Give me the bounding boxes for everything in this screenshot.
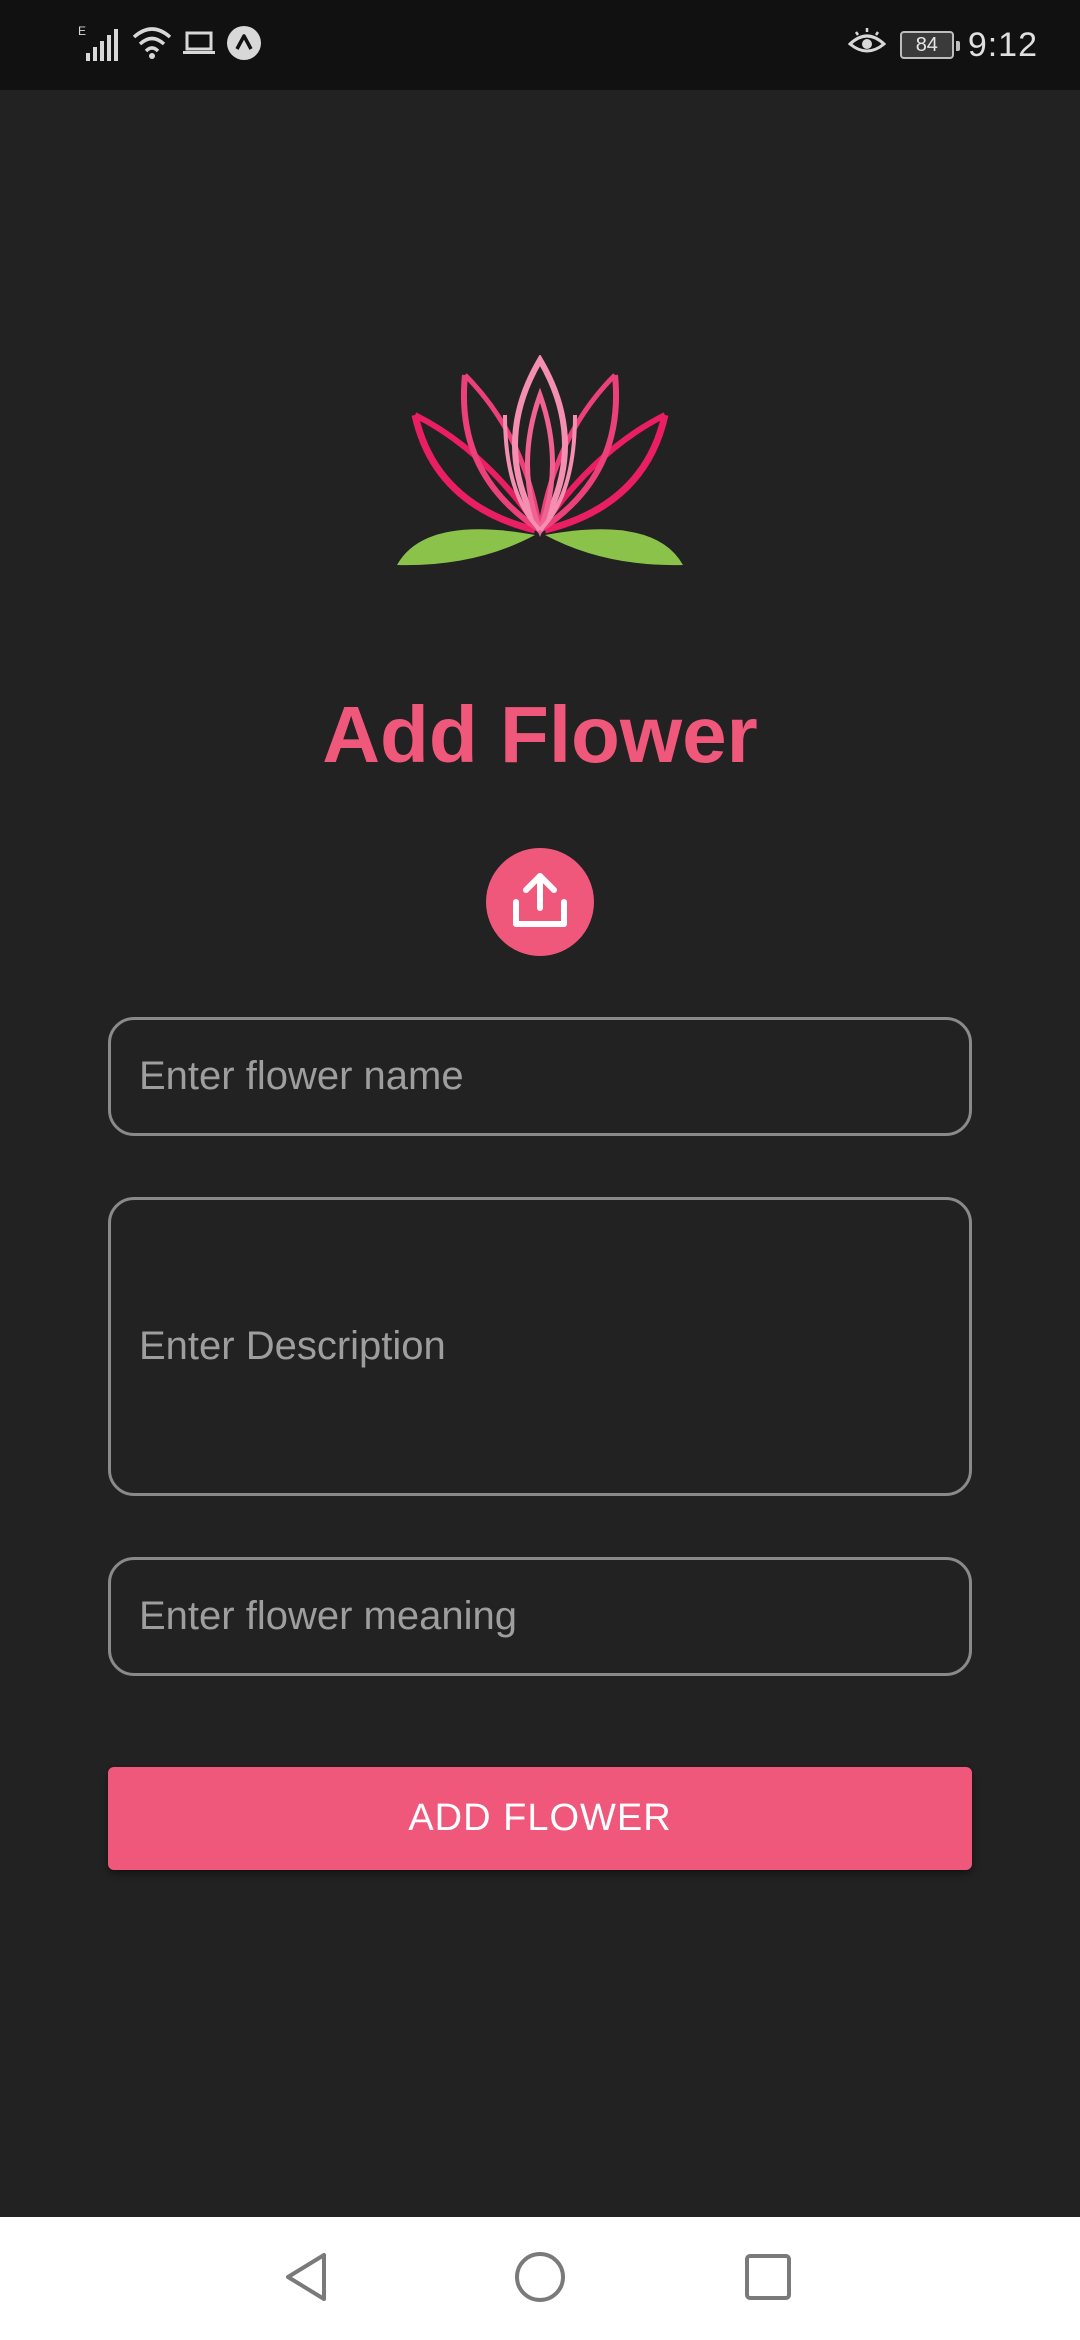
app-notification-icon (226, 25, 262, 66)
svg-text:E: E (78, 24, 86, 38)
back-button[interactable] (268, 2239, 348, 2319)
laptop-icon (182, 28, 216, 63)
description-placeholder: Enter Description (139, 1324, 446, 1368)
description-input[interactable]: Enter Description (108, 1197, 972, 1496)
flower-meaning-input[interactable]: Enter flower meaning (108, 1557, 972, 1676)
flower-meaning-placeholder: Enter flower meaning (139, 1594, 517, 1638)
home-button[interactable] (500, 2239, 580, 2319)
page-title: Add Flower (322, 690, 758, 779)
system-nav-bar (0, 2217, 1080, 2340)
flower-name-input[interactable]: Enter flower name (108, 1017, 972, 1136)
status-bar: E 84 9:12 (0, 0, 1080, 90)
back-icon (278, 2247, 338, 2312)
signal-icon: E (78, 23, 122, 68)
status-right-icons: 84 9:12 (847, 24, 1038, 66)
lotus-logo-icon (395, 354, 685, 580)
upload-image-button[interactable] (486, 848, 594, 956)
status-time: 9:12 (967, 25, 1038, 64)
recents-button[interactable] (728, 2239, 808, 2319)
upload-icon (508, 868, 572, 937)
recents-icon (738, 2247, 798, 2312)
add-flower-screen: E 84 9:12 Add Flower Enter flower name E… (0, 0, 1080, 2340)
battery-level: 84 (915, 33, 938, 56)
home-icon (510, 2247, 570, 2312)
status-left-icons: E (78, 24, 262, 66)
flower-name-placeholder: Enter flower name (139, 1054, 464, 1098)
battery-icon: 84 (899, 31, 960, 59)
wifi-icon (132, 25, 172, 66)
eye-comfort-icon (847, 27, 887, 63)
add-flower-button[interactable]: ADD FLOWER (108, 1767, 972, 1870)
